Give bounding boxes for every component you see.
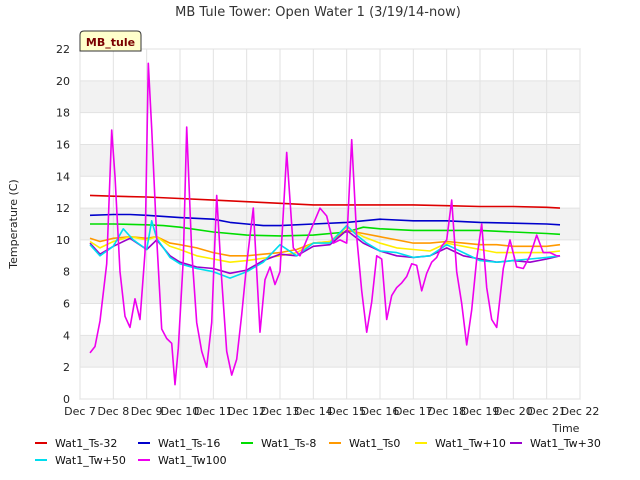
grid-band	[80, 144, 580, 177]
legend: Wat1_Ts-32 Wat1_Ts-16 Wat1_Ts-8 Wat1_Ts0 Wat…	[35, 437, 601, 467]
y-axis-label: Temperature (C)	[7, 179, 20, 269]
legend-label: Wat1_Tw100	[158, 454, 227, 467]
y-tick-label: 10	[56, 234, 70, 247]
y-tick-label: 4	[63, 329, 70, 342]
legend-label: Wat1_Ts0	[349, 437, 400, 450]
x-tick-label: Dec 7	[64, 405, 96, 418]
temperature-chart: MB Tule Tower: Open Water 1 (3/19/14-now…	[7, 5, 601, 467]
badge-label: MB_tule	[86, 36, 135, 49]
legend-label: Wat1_Tw+50	[55, 454, 126, 467]
x-tick-label: Dec 8	[97, 405, 129, 418]
x-axis-label: Time	[552, 422, 580, 435]
legend-label: Wat1_Tw+10	[435, 437, 506, 450]
legend-label: Wat1_Ts-8	[261, 437, 316, 450]
grid-band	[80, 80, 580, 113]
grid-band	[80, 335, 580, 368]
y-tick-label: 20	[56, 75, 70, 88]
y-tick-label: 16	[56, 138, 70, 151]
y-tick-label: 8	[63, 266, 70, 279]
legend-label: Wat1_Ts-32	[55, 437, 117, 450]
chart-title: MB Tule Tower: Open Water 1 (3/19/14-now…	[175, 5, 461, 20]
grid-band	[80, 271, 580, 304]
y-tick-label: 6	[63, 298, 70, 311]
y-tick-label: 18	[56, 107, 70, 120]
x-tick-label: Dec 22	[561, 405, 600, 418]
y-tick-label: 22	[56, 43, 70, 56]
site-badge: MB_tule	[79, 30, 142, 52]
legend-label: Wat1_Tw+30	[530, 437, 601, 450]
y-tick-label: 12	[56, 202, 70, 215]
y-tick-label: 14	[56, 170, 70, 183]
x-tick-label: Dec 9	[131, 405, 163, 418]
y-tick-label: 2	[63, 361, 70, 374]
legend-label: Wat1_Ts-16	[158, 437, 220, 450]
